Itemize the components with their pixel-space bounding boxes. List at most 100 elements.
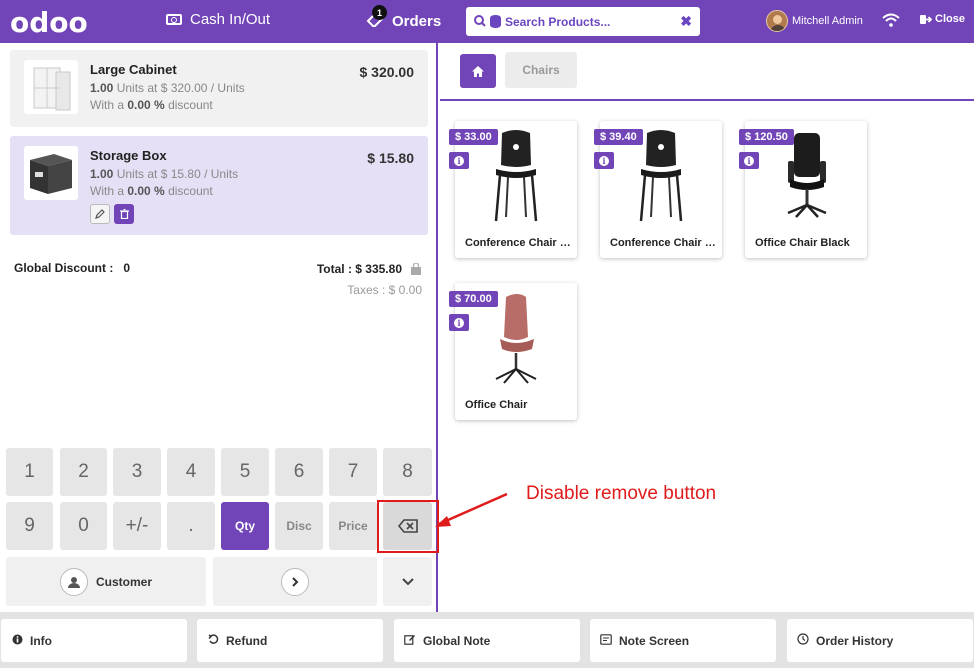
category-breadcrumb: Chairs <box>440 43 974 101</box>
numpad-decimal[interactable]: . <box>167 502 215 550</box>
qty-mode-button[interactable]: Qty <box>221 502 269 550</box>
info-icon: i <box>744 155 754 166</box>
numpad-key-8[interactable]: 8 <box>383 448 432 496</box>
clear-search-icon[interactable]: ✖ <box>680 13 692 30</box>
order-line-price: $ 15.80 <box>367 150 414 166</box>
user-menu[interactable]: Mitchell Admin <box>766 10 863 32</box>
price-mode-button[interactable]: Price <box>329 502 377 550</box>
database-icon <box>490 15 501 28</box>
avatar <box>766 10 788 32</box>
numpad-key-4[interactable]: 4 <box>167 448 215 496</box>
note-screen-label: Note Screen <box>619 633 690 648</box>
category-chairs-button[interactable]: Chairs <box>505 52 577 88</box>
numpad-key-5[interactable]: 5 <box>221 448 269 496</box>
order-line-name: Large Cabinet <box>90 62 177 77</box>
cash-in-out-button[interactable]: Cash In/Out <box>166 11 270 28</box>
product-name: Office Chair <box>465 399 528 411</box>
undo-icon <box>207 633 219 648</box>
edit-note-icon <box>404 634 416 648</box>
storage-box-image <box>24 146 78 200</box>
edit-line-button[interactable] <box>90 204 110 224</box>
user-icon <box>59 567 88 596</box>
order-line-selected[interactable]: Storage Box 1.00 Units at $ 15.80 / Unit… <box>10 136 428 235</box>
order-line-info: 1.00 Units at $ 15.80 / Units With a 0.0… <box>90 167 239 198</box>
wifi-icon <box>882 13 900 27</box>
orders-count-badge: 1 <box>372 5 387 20</box>
cash-in-out-label: Cash In/Out <box>190 11 271 28</box>
global-discount: Global Discount :0 <box>14 261 131 275</box>
product-name: Conference Chair (Aluminium) <box>465 237 573 249</box>
order-taxes: Taxes : $ 0.00 <box>347 283 422 297</box>
history-icon <box>797 633 809 648</box>
product-price-tag: $ 120.50 <box>739 129 794 145</box>
info-icon: i <box>454 155 464 166</box>
order-line-name: Storage Box <box>90 148 167 163</box>
odoo-logo: odoo <box>10 6 88 39</box>
note-screen-button[interactable]: Note Screen <box>590 619 776 662</box>
product-card[interactable]: $ 120.50 i Office Chair Black <box>739 121 867 258</box>
numpad-key-9[interactable]: 9 <box>6 502 53 550</box>
refund-button[interactable]: Refund <box>197 619 383 662</box>
numpad-key-3[interactable]: 3 <box>113 448 161 496</box>
close-button[interactable]: Close <box>920 13 965 25</box>
info-circle-icon <box>11 634 23 648</box>
product-screen: Chairs $ 33.00 i Conference Chair (Alumi… <box>440 43 974 612</box>
product-price-tag: $ 33.00 <box>449 129 498 145</box>
chevron-right-icon <box>281 567 309 596</box>
search-input[interactable] <box>505 14 665 29</box>
product-price-tag: $ 39.40 <box>594 129 643 145</box>
global-note-label: Global Note <box>423 633 491 648</box>
pencil-icon <box>95 209 105 219</box>
order-history-button[interactable]: Order History <box>787 619 973 662</box>
numpad-key-7[interactable]: 7 <box>329 448 377 496</box>
refund-label: Refund <box>226 633 268 648</box>
orders-label: Orders <box>392 13 442 30</box>
trash-icon <box>119 209 129 219</box>
customer-button[interactable]: Customer <box>6 557 206 606</box>
order-history-label: Order History <box>816 633 894 648</box>
numpad-key-2[interactable]: 2 <box>60 448 107 496</box>
product-info-button[interactable]: i <box>739 152 759 169</box>
sticky-note-icon <box>600 633 612 648</box>
large-cabinet-image <box>24 60 78 114</box>
product-card[interactable]: $ 70.00 i Office Chair <box>449 283 577 420</box>
order-line-info: 1.00 Units at $ 320.00 / Units With a 0.… <box>90 81 245 112</box>
orders-button[interactable]: 1 Orders <box>366 5 442 32</box>
search-icon <box>474 14 486 30</box>
product-name: Conference Chair (Steel) <box>610 237 718 249</box>
delete-line-button[interactable] <box>114 204 134 224</box>
annotation-text: Disable remove button <box>526 483 717 504</box>
numpad-key-1[interactable]: 1 <box>6 448 53 496</box>
chevron-down-icon <box>401 577 414 585</box>
user-name: Mitchell Admin <box>792 15 863 27</box>
product-card[interactable]: $ 39.40 i Conference Chair (Steel) <box>594 121 722 258</box>
info-icon: i <box>454 317 464 328</box>
product-info-button[interactable]: i <box>449 314 469 331</box>
payment-button[interactable] <box>213 557 377 606</box>
info-button[interactable]: Info <box>1 619 187 662</box>
numpad-key-0[interactable]: 0 <box>60 502 107 550</box>
product-info-button[interactable]: i <box>594 152 614 169</box>
product-name: Office Chair Black <box>755 237 850 249</box>
home-icon <box>472 65 484 77</box>
backspace-icon <box>397 519 418 533</box>
close-label: Close <box>935 13 965 25</box>
order-total: Total : $ 335.80 <box>317 262 422 276</box>
money-icon <box>166 14 182 25</box>
order-line[interactable]: Large Cabinet 1.00 Units at $ 320.00 / U… <box>10 50 428 127</box>
global-note-button[interactable]: Global Note <box>394 619 580 662</box>
product-price-tag: $ 70.00 <box>449 291 498 307</box>
product-info-button[interactable]: i <box>449 152 469 169</box>
disc-mode-button[interactable]: Disc <box>275 502 323 550</box>
sign-out-icon <box>920 14 932 24</box>
info-label: Info <box>30 633 52 648</box>
more-options-button[interactable] <box>383 557 432 606</box>
info-icon: i <box>599 155 609 166</box>
ticket-icon: 1 <box>366 5 387 32</box>
home-category-button[interactable] <box>460 54 496 88</box>
shopping-bag-icon <box>411 262 421 275</box>
numpad-key-6[interactable]: 6 <box>275 448 323 496</box>
annotation-arrow <box>435 492 508 527</box>
numpad-plus-minus[interactable]: +/- <box>113 502 161 550</box>
product-card[interactable]: $ 33.00 i Conference Chair (Aluminium) <box>449 121 577 258</box>
